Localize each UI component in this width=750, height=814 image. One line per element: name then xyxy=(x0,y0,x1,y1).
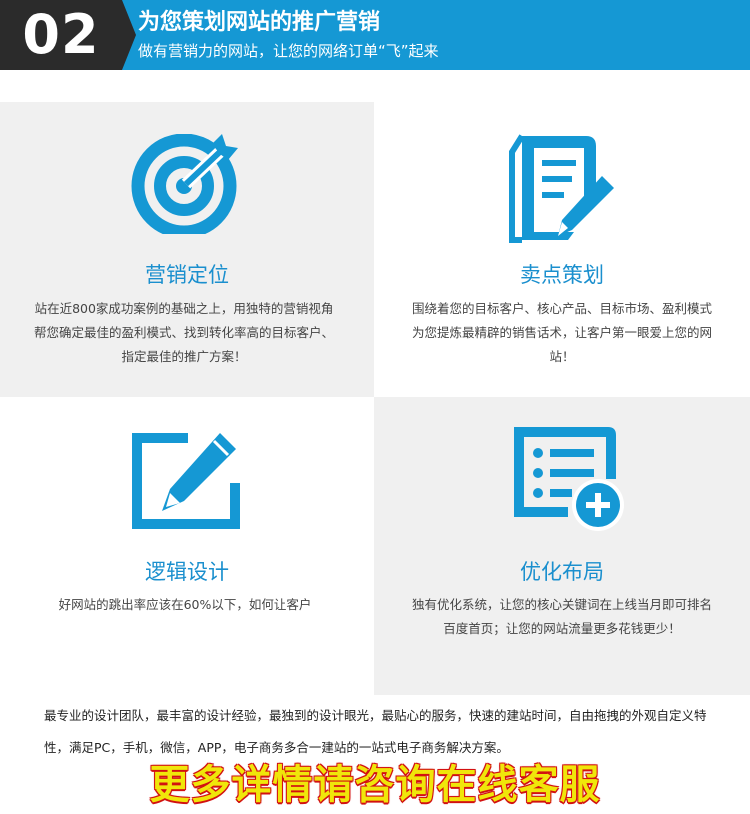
feature-desc: 站在近800家成功案例的基础之上，用独特的营销视角帮您确定最佳的盈利模式、找到转… xyxy=(34,301,335,364)
feature-title: 优化布局 xyxy=(520,560,604,584)
section-number: 02 xyxy=(22,3,100,66)
feature-card-positioning: 营销定位 站在近800家成功案例的基础之上，用独特的营销视角帮您确定最佳的盈利模… xyxy=(0,102,374,397)
edit-pencil-icon xyxy=(132,433,240,529)
section-header: 02 为您策划网站的推广营销 做有营销力的网站，让您的网络订单“飞”起来 xyxy=(0,0,750,70)
feature-card-logic-design: 逻辑设计 好网站的跳出率应该在60%以下，如何让客户 xyxy=(0,397,374,695)
feature-title: 逻辑设计 xyxy=(145,560,229,584)
list-plus-icon xyxy=(514,427,624,531)
feature-title: 卖点策划 xyxy=(520,263,604,287)
section-subtitle: 做有营销力的网站，让您的网络订单“飞”起来 xyxy=(138,42,439,60)
document-pen-icon xyxy=(509,134,614,243)
feature-title: 营销定位 xyxy=(145,263,229,287)
contact-cta[interactable]: 更多详情请咨询在线客服 xyxy=(0,758,750,812)
feature-card-optimization: 优化布局 独有优化系统，让您的核心关键词在上线当月即可排名百度首页；让您的网站流… xyxy=(374,397,750,695)
section-title: 为您策划网站的推广营销 xyxy=(138,10,381,35)
target-icon xyxy=(131,134,238,234)
summary-text: 最专业的设计团队，最丰富的设计经验，最独到的设计眼光，最贴心的服务，快速的建站时… xyxy=(44,708,707,755)
section-number-box: 02 xyxy=(0,0,136,70)
feature-desc: 好网站的跳出率应该在60%以下，如何让客户 xyxy=(58,597,312,612)
feature-desc: 围绕着您的目标客户、核心产品、目标市场、盈利模式为您提炼最精辟的销售话术，让客户… xyxy=(412,301,713,364)
feature-card-selling-point: 卖点策划 围绕着您的目标客户、核心产品、目标市场、盈利模式为您提炼最精辟的销售话… xyxy=(374,102,750,397)
feature-desc: 独有优化系统，让您的核心关键词在上线当月即可排名百度首页；让您的网站流量更多花钱… xyxy=(412,597,713,636)
